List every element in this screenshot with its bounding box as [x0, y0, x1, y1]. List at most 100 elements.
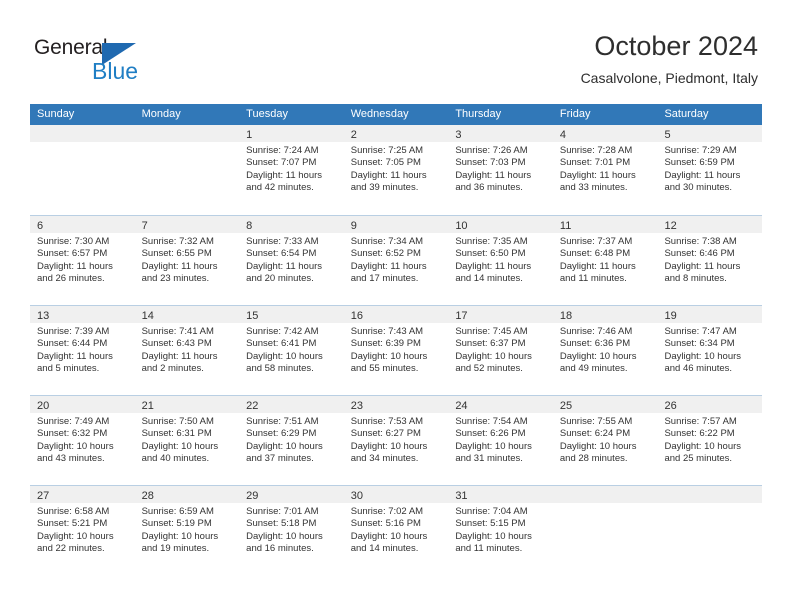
- day-detail-line: Sunset: 6:26 PM: [455, 428, 526, 440]
- day-detail-line: Daylight: 10 hours: [455, 530, 532, 542]
- day-detail-line: Sunrise: 7:45 AM: [455, 326, 528, 337]
- day-number-band: 31: [448, 486, 553, 503]
- day-detail-line: and 16 minutes.: [246, 543, 314, 555]
- day-number-band: 24: [448, 396, 553, 413]
- day-detail-line: Daylight: 10 hours: [350, 350, 428, 362]
- day-detail-line: Sunset: 6:39 PM: [350, 338, 421, 350]
- day-detail-line: Sunset: 7:07 PM: [246, 157, 317, 169]
- day-cell-12[interactable]: 12 Sunrise: 7:38 AM Sunset: 6:46 PM Dayligh…: [657, 216, 763, 305]
- day-number: 28: [141, 490, 154, 502]
- general-blue-logo[interactable]: General Blue: [34, 36, 254, 88]
- day-detail-line: Daylight: 10 hours: [246, 440, 323, 452]
- calendar-week-row: 13 Sunrise: 7:39 AM Sunset: 6:44 PM Dayligh…: [30, 305, 763, 395]
- day-number-band: 7: [134, 216, 240, 233]
- day-cell-5[interactable]: 5 Sunrise: 7:29 AM Sunset: 6:59 PM Daylight…: [657, 125, 763, 215]
- day-detail-line: Sunset: 6:36 PM: [559, 338, 631, 350]
- day-detail-line: Sunrise: 7:43 AM: [350, 326, 424, 337]
- day-detail-line: Sunrise: 7:46 AM: [559, 326, 633, 337]
- day-detail-line: Daylight: 10 hours: [664, 350, 742, 362]
- day-cell-6[interactable]: 6 Sunrise: 7:30 AM Sunset: 6:57 PM Daylight…: [30, 216, 135, 305]
- day-detail-line: Sunset: 6:46 PM: [664, 248, 735, 260]
- day-number: 4: [559, 129, 567, 141]
- day-cell-11[interactable]: 11 Sunrise: 7:37 AM Sunset: 6:48 PM Dayligh…: [552, 216, 658, 305]
- day-number-band: 16: [343, 306, 449, 323]
- day-detail-line: Sunrise: 7:30 AM: [37, 236, 110, 247]
- day-cell-23[interactable]: 23 Sunrise: 7:53 AM Sunset: 6:27 PM Dayligh…: [343, 396, 449, 485]
- day-number-band: 1: [239, 125, 344, 142]
- day-detail-line: Daylight: 10 hours: [350, 440, 428, 452]
- day-cell-8[interactable]: 8 Sunrise: 7:33 AM Sunset: 6:54 PM Daylight…: [239, 216, 344, 305]
- weekday-header-thursday: Thursday: [455, 108, 502, 120]
- day-cell-empty: [552, 486, 658, 575]
- day-number: 21: [141, 400, 154, 412]
- day-number-band: 9: [343, 216, 449, 233]
- day-number: 18: [559, 310, 573, 322]
- day-detail-line: and 11 minutes.: [455, 543, 523, 555]
- day-cell-4[interactable]: 4 Sunrise: 7:28 AM Sunset: 7:01 PM Daylight…: [552, 125, 658, 215]
- day-detail-line: and 26 minutes.: [37, 273, 105, 285]
- day-number-band: 5: [657, 125, 763, 142]
- day-cell-3[interactable]: 3 Sunrise: 7:26 AM Sunset: 7:03 PM Daylight…: [448, 125, 553, 215]
- day-number-band: 3: [448, 125, 553, 142]
- day-number: 31: [455, 490, 468, 502]
- day-cell-30[interactable]: 30 Sunrise: 7:02 AM Sunset: 5:16 PM Dayligh…: [343, 486, 449, 575]
- day-cell-7[interactable]: 7 Sunrise: 7:32 AM Sunset: 6:55 PM Daylight…: [134, 216, 240, 305]
- day-detail-line: Daylight: 10 hours: [246, 350, 323, 362]
- day-details: Sunrise: 7:25 AM Sunset: 7:05 PM Daylight:…: [344, 142, 449, 195]
- day-cell-27[interactable]: 27 Sunrise: 6:58 AM Sunset: 5:21 PM Dayligh…: [30, 486, 135, 575]
- day-detail-line: and 19 minutes.: [141, 543, 210, 555]
- day-details: [553, 503, 658, 506]
- day-cell-28[interactable]: 28 Sunrise: 6:59 AM Sunset: 5:19 PM Dayligh…: [134, 486, 240, 575]
- day-detail-line: Sunrise: 7:28 AM: [559, 145, 633, 156]
- day-cell-24[interactable]: 24 Sunrise: 7:54 AM Sunset: 6:26 PM Dayligh…: [448, 396, 553, 485]
- day-detail-line: Sunset: 5:18 PM: [246, 518, 317, 530]
- day-cell-26[interactable]: 26 Sunrise: 7:57 AM Sunset: 6:22 PM Dayligh…: [657, 396, 763, 485]
- day-detail-line: Sunset: 6:22 PM: [664, 428, 735, 440]
- day-detail-line: Daylight: 10 hours: [559, 350, 637, 362]
- day-number: 29: [246, 490, 259, 502]
- day-cell-18[interactable]: 18 Sunrise: 7:46 AM Sunset: 6:36 PM Dayligh…: [552, 306, 658, 395]
- day-cell-9[interactable]: 9 Sunrise: 7:34 AM Sunset: 6:52 PM Daylight…: [343, 216, 449, 305]
- day-details: Sunrise: 7:45 AM Sunset: 6:37 PM Daylight:…: [448, 323, 553, 376]
- day-number: 20: [37, 400, 50, 412]
- day-cell-19[interactable]: 19 Sunrise: 7:47 AM Sunset: 6:34 PM Dayligh…: [657, 306, 763, 395]
- day-number: 5: [664, 129, 671, 141]
- day-cell-16[interactable]: 16 Sunrise: 7:43 AM Sunset: 6:39 PM Dayligh…: [343, 306, 449, 395]
- day-number: 30: [350, 490, 363, 502]
- day-cell-15[interactable]: 15 Sunrise: 7:42 AM Sunset: 6:41 PM Dayligh…: [239, 306, 344, 395]
- day-cell-25[interactable]: 25 Sunrise: 7:55 AM Sunset: 6:24 PM Dayligh…: [552, 396, 658, 485]
- day-number-band: 10: [448, 216, 553, 233]
- day-detail-line: Sunset: 6:55 PM: [141, 248, 212, 260]
- day-detail-line: Daylight: 10 hours: [664, 440, 742, 452]
- day-detail-line: Daylight: 11 hours: [141, 260, 218, 272]
- day-cell-2[interactable]: 2 Sunrise: 7:25 AM Sunset: 7:05 PM Daylight…: [343, 125, 449, 215]
- day-cell-10[interactable]: 10 Sunrise: 7:35 AM Sunset: 6:50 PM Dayligh…: [448, 216, 553, 305]
- day-cell-13[interactable]: 13 Sunrise: 7:39 AM Sunset: 6:44 PM Dayligh…: [30, 306, 135, 395]
- day-cell-17[interactable]: 17 Sunrise: 7:45 AM Sunset: 6:37 PM Dayligh…: [448, 306, 553, 395]
- day-detail-line: Daylight: 11 hours: [37, 260, 113, 272]
- day-details: Sunrise: 7:49 AM Sunset: 6:32 PM Daylight:…: [30, 413, 135, 466]
- day-detail-line: Sunset: 5:19 PM: [141, 518, 212, 530]
- day-detail-line: and 14 minutes.: [455, 273, 523, 285]
- day-detail-line: Sunrise: 7:24 AM: [246, 145, 319, 156]
- day-number: 6: [37, 220, 44, 232]
- day-detail-line: Sunset: 6:27 PM: [350, 428, 421, 440]
- day-cell-20[interactable]: 20 Sunrise: 7:49 AM Sunset: 6:32 PM Dayligh…: [30, 396, 135, 485]
- day-number: 10: [455, 220, 468, 232]
- day-cell-1[interactable]: 1 Sunrise: 7:24 AM Sunset: 7:07 PM Daylight…: [239, 125, 344, 215]
- day-details: Sunrise: 7:54 AM Sunset: 6:26 PM Daylight:…: [448, 413, 553, 466]
- day-details: Sunrise: 7:43 AM Sunset: 6:39 PM Daylight:…: [344, 323, 449, 376]
- day-number-band: 20: [30, 396, 135, 413]
- day-detail-line: Daylight: 11 hours: [246, 169, 323, 181]
- day-number-band: 8: [239, 216, 344, 233]
- day-cell-21[interactable]: 21 Sunrise: 7:50 AM Sunset: 6:31 PM Dayligh…: [134, 396, 240, 485]
- calendar-weeks: 1 Sunrise: 7:24 AM Sunset: 7:07 PM Daylight…: [30, 125, 763, 575]
- day-details: Sunrise: 7:57 AM Sunset: 6:22 PM Daylight:…: [657, 413, 762, 466]
- day-cell-22[interactable]: 22 Sunrise: 7:51 AM Sunset: 6:29 PM Dayligh…: [239, 396, 344, 485]
- day-details: Sunrise: 7:39 AM Sunset: 6:44 PM Daylight:…: [30, 323, 135, 376]
- day-detail-line: Sunset: 6:54 PM: [246, 248, 317, 260]
- day-detail-line: Sunset: 6:48 PM: [559, 248, 631, 260]
- day-cell-29[interactable]: 29 Sunrise: 7:01 AM Sunset: 5:18 PM Dayligh…: [239, 486, 344, 575]
- day-cell-31[interactable]: 31 Sunrise: 7:04 AM Sunset: 5:15 PM Dayligh…: [448, 486, 553, 575]
- day-cell-14[interactable]: 14 Sunrise: 7:41 AM Sunset: 6:43 PM Dayligh…: [134, 306, 240, 395]
